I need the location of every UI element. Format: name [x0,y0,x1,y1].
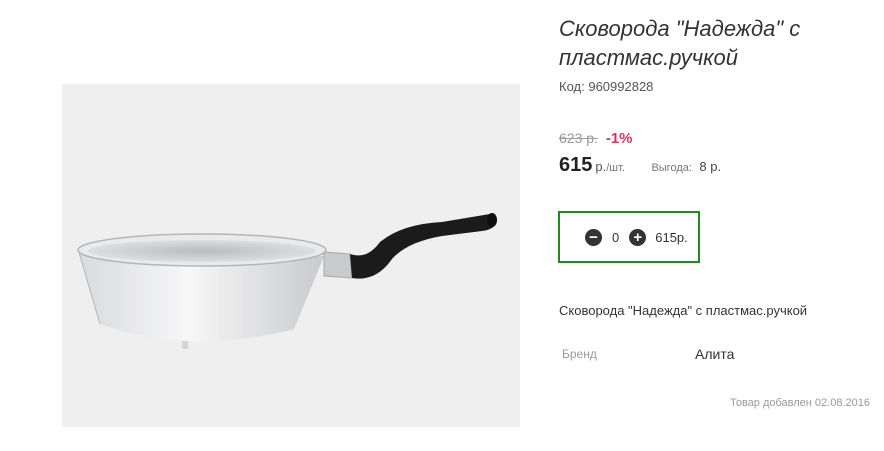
benefit-label: Выгода: [651,162,692,174]
cart-total: 615р. [655,229,688,245]
product-code: Код: 960992828 [559,79,653,94]
plus-icon[interactable]: + [629,228,647,246]
price-per-unit: /шт. [606,162,625,174]
product-code-label: Код: [559,79,585,94]
old-price: 623 р. [559,130,598,146]
product-image[interactable] [62,84,520,427]
price-unit: р./шт. [595,159,625,174]
discount-badge: -1% [605,130,633,147]
old-price-row: 623 р. -1% [559,130,633,147]
product-code-value: 960992828 [588,79,654,94]
frying-pan-image [62,84,520,427]
benefit-value: 8 р. [699,159,722,174]
quantity-value: 0 [612,229,620,245]
price-currency: р. [595,159,607,174]
brand-label: Бренд [562,347,597,361]
added-date: Товар добавлен 02.08.2016 [729,397,870,409]
add-to-cart-box: − 0 + 615р. [558,211,700,263]
minus-icon[interactable]: − [585,228,602,246]
product-description: Сковорода "Надежда" с пластмас.ручкой [559,303,808,318]
price-row: 615 р./шт. Выгода: 8 р. [559,154,721,180]
product-title: Сковорода "Надежда" с пластмас.ручкой [559,16,801,70]
brand-value[interactable]: Алита [695,346,734,362]
current-price: 615 [559,154,593,176]
